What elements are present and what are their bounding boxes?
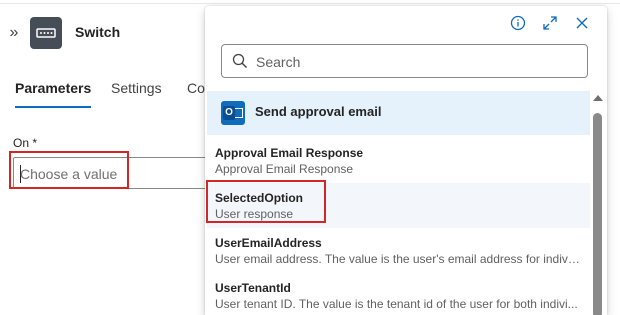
list-item-description: User tenant ID. The value is the tenant …: [215, 297, 578, 311]
dynamic-content-dropdown: Search O Send approval email Approval Em…: [205, 6, 607, 315]
search-icon: [232, 53, 247, 68]
switch-action-icon: [30, 17, 62, 49]
outlook-icon: O: [221, 101, 245, 125]
tab-parameters[interactable]: Parameters: [15, 78, 92, 108]
expand-icon[interactable]: [539, 12, 561, 34]
list-item-title: UserTenantId: [215, 281, 291, 295]
search-input[interactable]: Search: [221, 44, 588, 78]
dropdown-scrollbar[interactable]: [590, 91, 606, 315]
highlight-box-input: [9, 151, 129, 189]
list-item-title: Approval Email Response: [215, 146, 364, 160]
group-header-send-approval-email[interactable]: O Send approval email: [207, 91, 590, 135]
list-item[interactable]: UserTenantId User tenant ID. The value i…: [207, 273, 590, 315]
root: » Switch Parameters Settings Co On * Cho…: [0, 0, 620, 315]
group-title: Send approval email: [255, 104, 382, 119]
tab-settings[interactable]: Settings: [111, 78, 162, 108]
list-item-title: UserEmailAddress: [215, 236, 322, 250]
scroll-up-arrow-icon[interactable]: [593, 95, 603, 101]
list-item[interactable]: Approval Email Response Approval Email R…: [207, 138, 590, 183]
info-icon[interactable]: [507, 12, 529, 34]
search-placeholder: Search: [256, 54, 301, 70]
tab-code-view[interactable]: Co: [187, 78, 205, 108]
double-chevron-right-icon[interactable]: »: [6, 23, 22, 43]
list-item[interactable]: UserEmailAddress User email address. The…: [207, 228, 590, 273]
scroll-thumb[interactable]: [593, 113, 602, 315]
outlook-letter-mark: O: [223, 106, 235, 120]
top-divider: [0, 3, 620, 4]
on-field-label: On *: [13, 136, 38, 150]
list-item-description: User email address. The value is the use…: [215, 252, 580, 266]
list-item-description: Approval Email Response: [215, 162, 354, 176]
close-icon[interactable]: [571, 12, 593, 34]
highlight-box-selected-option: [206, 180, 326, 223]
action-title: Switch: [75, 24, 121, 40]
